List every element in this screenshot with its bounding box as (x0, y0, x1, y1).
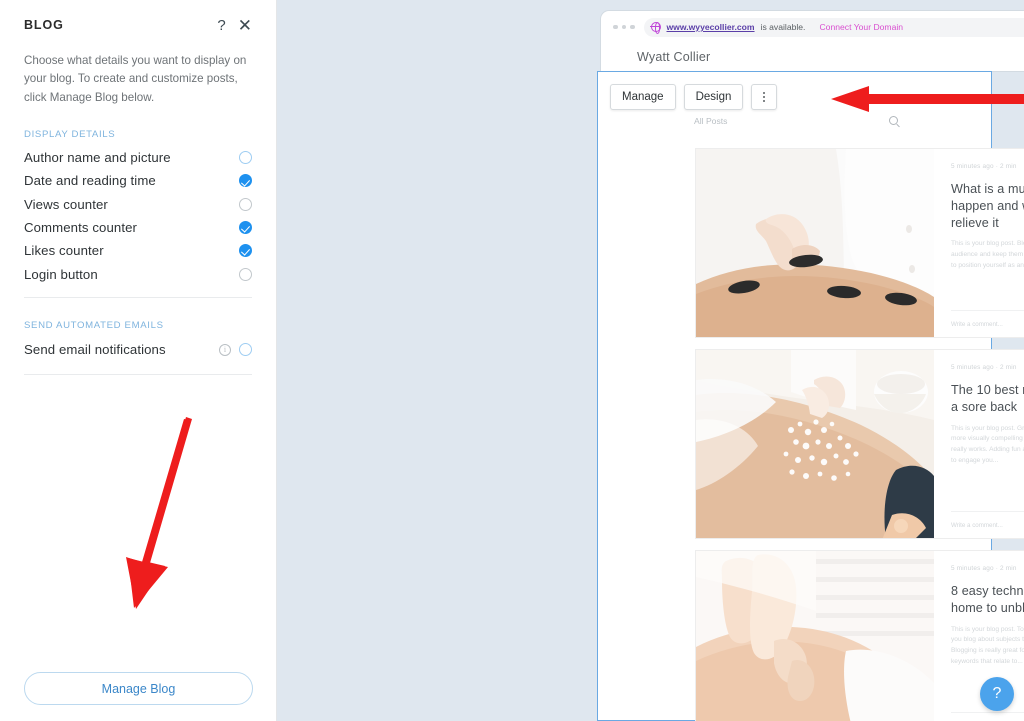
option-label: Send email notifications (24, 342, 166, 358)
panel-header-actions: ? ✕ (217, 17, 252, 34)
connect-domain-link[interactable]: Connect Your Domain (819, 22, 903, 32)
option-send-email-notifications[interactable]: Send email notifications i (24, 337, 252, 363)
annotation-arrow-down (126, 417, 192, 609)
post-body: 5 minutes ago · 2 min The 10 best natura… (934, 350, 1024, 538)
kebab-dot (763, 92, 766, 94)
blog-post-card[interactable]: 5 minutes ago · 2 min What is a muscle k… (695, 148, 1024, 338)
post-meta-row: 5 minutes ago · 2 min (951, 364, 1024, 373)
blog-search-icon[interactable] (889, 116, 898, 125)
option-controls (239, 174, 252, 188)
option-date-and-reading-time[interactable]: Date and reading time (24, 169, 252, 192)
app-root: BLOG ? ✕ Choose what details you want to… (0, 0, 1024, 721)
write-comment-label[interactable]: Write a comment... (951, 522, 1003, 529)
option-controls (239, 244, 252, 258)
panel-header: BLOG ? ✕ (0, 0, 276, 34)
option-login-button[interactable]: Login button (24, 262, 252, 285)
option-label: Likes counter (24, 243, 104, 259)
post-title[interactable]: 8 easy techniques you can do at home to … (951, 583, 1024, 616)
post-image-salt-scrub-massage (696, 350, 934, 538)
manage-blog-button[interactable]: Manage Blog (24, 672, 253, 705)
option-label: Views counter (24, 196, 108, 212)
manage-button[interactable]: Manage (610, 84, 676, 110)
site-logo: Wyatt Collier (637, 50, 711, 64)
post-footer: Write a comment... (951, 310, 1024, 337)
domain-link[interactable]: www.wyyecollier.com (667, 22, 755, 32)
option-controls (239, 197, 252, 211)
post-footer: Write a comment... (951, 511, 1024, 538)
option-controls (239, 151, 252, 165)
blog-settings-panel: BLOG ? ✕ Choose what details you want to… (0, 0, 277, 721)
post-meta-row: 5 minutes ago · 2 min (951, 565, 1024, 574)
info-icon[interactable]: i (219, 343, 231, 356)
toggle-send-email-notifications[interactable] (239, 343, 252, 357)
post-excerpt: This is your blog post. Blogs are a grea… (951, 240, 1024, 269)
editor-stage: www.wyyecollier.com is available. Connec… (277, 0, 1024, 721)
email-options-list: Send email notifications i (24, 337, 252, 363)
toggle-likes-counter[interactable] (239, 244, 252, 258)
post-title[interactable]: The 10 best natural medications for a so… (951, 382, 1024, 415)
window-dot (621, 24, 626, 30)
toggle-views-counter[interactable] (239, 197, 252, 211)
toggle-author-name-and-picture[interactable] (239, 151, 252, 165)
browser-chrome: www.wyyecollier.com is available. Connec… (601, 11, 1024, 71)
automated-emails-label: SEND AUTOMATED EMAILS (24, 319, 164, 331)
toggle-date-and-reading-time[interactable] (239, 174, 252, 188)
option-controls: i (219, 343, 252, 357)
blog-post-card[interactable]: 5 minutes ago · 2 min The 10 best natura… (695, 349, 1024, 539)
option-controls (239, 267, 252, 281)
panel-divider-2 (24, 373, 252, 375)
post-footer: Write a comment... (951, 712, 1024, 721)
option-label: Comments counter (24, 219, 138, 235)
toggle-login-button[interactable] (239, 267, 252, 281)
blog-post-card[interactable]: 5 minutes ago · 2 min 8 easy techniques … (695, 550, 1024, 721)
option-author-name-and-picture[interactable]: Author name and picture (24, 146, 252, 169)
design-button[interactable]: Design (683, 84, 744, 110)
post-timestamp: 5 minutes ago · 2 min (951, 163, 1017, 170)
browser-toolbar: www.wyyecollier.com is available. Connec… (601, 11, 1024, 43)
post-body: 5 minutes ago · 2 min What is a muscle k… (934, 149, 1024, 337)
post-timestamp: 5 minutes ago · 2 min (951, 364, 1017, 371)
option-comments-counter[interactable]: Comments counter (24, 216, 252, 239)
option-label: Login button (24, 266, 98, 282)
post-timestamp: 5 minutes ago · 2 min (951, 565, 1017, 572)
toggle-comments-counter[interactable] (239, 220, 252, 234)
display-details-label: DISPLAY DETAILS (24, 128, 116, 140)
post-image-back-massage (696, 551, 934, 721)
blog-canvas: Manage Design All Posts 5 minutes ago · … (597, 71, 1024, 721)
window-dot (613, 24, 618, 30)
page-title: BLOG (24, 18, 64, 32)
post-image-hot-stone-massage (696, 149, 934, 337)
close-icon[interactable]: ✕ (238, 17, 252, 34)
option-likes-counter[interactable]: Likes counter (24, 239, 252, 262)
panel-description: Choose what details you want to display … (24, 54, 247, 104)
all-posts-tab[interactable]: All Posts (694, 116, 727, 126)
domain-availability-text: is available. (760, 22, 806, 32)
post-excerpt: This is your blog post. To really engage… (951, 625, 1024, 665)
write-comment-label[interactable]: Write a comment... (951, 321, 1003, 328)
window-controls (613, 24, 635, 30)
option-views-counter[interactable]: Views counter (24, 193, 252, 216)
post-title[interactable]: What is a muscle knot, why does it happe… (951, 181, 1024, 231)
globe-icon (650, 21, 661, 34)
post-excerpt: This is your blog post. Great looking im… (951, 424, 1024, 464)
kebab-dot (763, 100, 766, 102)
help-fab-button[interactable]: ? (980, 677, 1014, 711)
element-toolbar: Manage Design (610, 84, 778, 110)
help-icon[interactable]: ? (217, 18, 225, 33)
post-meta-row: 5 minutes ago · 2 min (951, 163, 1024, 172)
window-dot (630, 24, 635, 30)
site-header: Wyatt Collier Home About Contact Book On… (601, 43, 1024, 71)
more-options-button[interactable] (751, 84, 778, 110)
annotation-arrow-left (831, 86, 1024, 112)
option-controls (239, 220, 252, 234)
display-options-list: Author name and picture Date and reading… (24, 146, 252, 286)
url-bar[interactable]: www.wyyecollier.com is available. Connec… (643, 17, 1024, 37)
blog-feed: 5 minutes ago · 2 min What is a muscle k… (695, 148, 1024, 721)
option-label: Date and reading time (24, 173, 156, 189)
option-label: Author name and picture (24, 150, 171, 166)
kebab-dot (763, 96, 766, 98)
panel-divider-1 (24, 296, 252, 298)
